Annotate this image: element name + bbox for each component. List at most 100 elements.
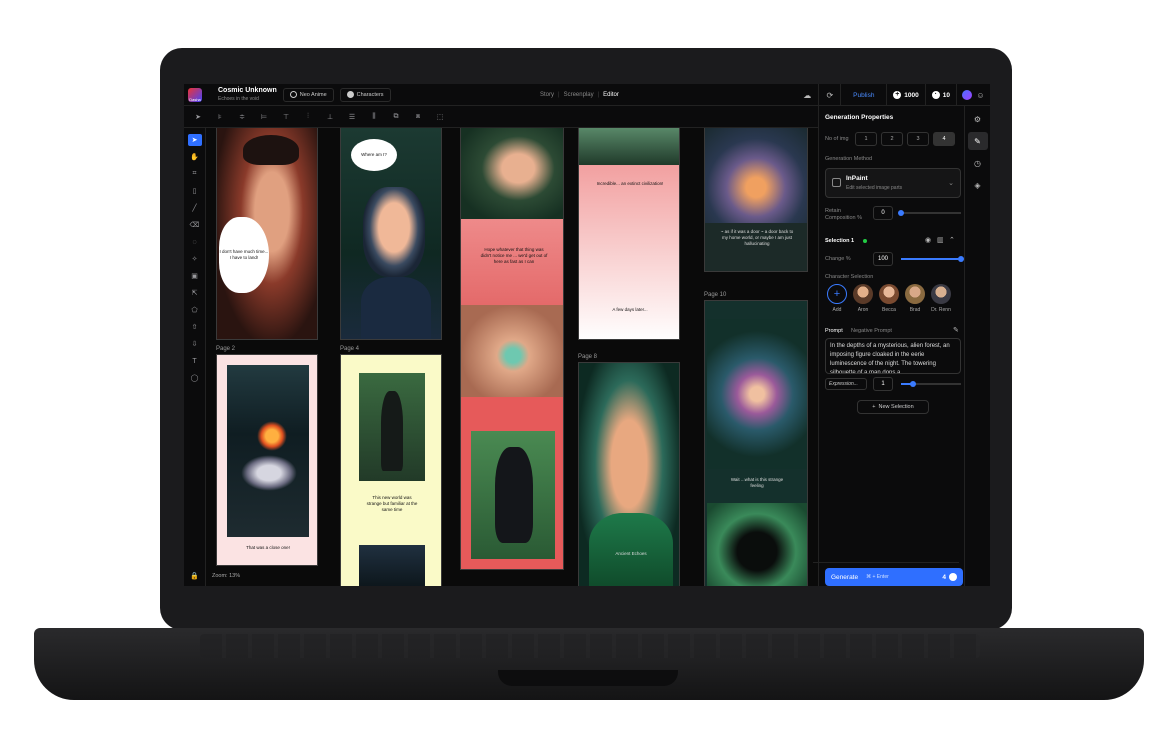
image-tool-icon[interactable]: ▣ [188, 270, 202, 282]
style-chip[interactable]: Neo Anime [282, 87, 334, 102]
character-name: Aron [857, 307, 869, 313]
retain-input[interactable]: 0 [873, 206, 893, 220]
page-1[interactable]: I don't have much time... I have to land… [216, 128, 318, 340]
history-icon[interactable]: ◷ [968, 154, 988, 172]
change-slider[interactable] [901, 256, 964, 262]
img-count-1[interactable]: 1 [855, 132, 877, 146]
pointer-icon[interactable]: ➤ [192, 113, 204, 121]
expression-slider[interactable] [901, 381, 961, 387]
trash-icon[interactable]: ▥ [937, 236, 944, 244]
eye-icon[interactable]: ◉ [925, 236, 931, 244]
img-count-2[interactable]: 2 [881, 132, 903, 146]
generate-button[interactable]: Generate ⌘ + Enter 4 [825, 568, 963, 586]
credits-b[interactable]: · 10 [924, 84, 956, 106]
speech-bubble[interactable]: Where am I? [351, 139, 397, 171]
caption-text: A few days later... [612, 307, 648, 312]
img-count-4[interactable]: 4 [933, 132, 955, 146]
retain-slider[interactable] [898, 210, 961, 216]
send-backward-icon[interactable]: ⧈ [412, 113, 424, 121]
character-aron[interactable]: Aron [853, 284, 873, 313]
page-8[interactable]: Ancient Echoes [578, 362, 680, 586]
credits-b-value: 10 [942, 91, 950, 99]
mode-editor[interactable]: Editor [603, 92, 619, 98]
prompt-tab[interactable]: Prompt [825, 328, 843, 334]
credits-a[interactable]: +1000 [886, 84, 924, 106]
characters-chip[interactable]: Characters [339, 87, 391, 102]
mode-screenplay[interactable]: Screenplay [564, 92, 594, 98]
method-select[interactable]: InPaint Edit selected image parts ⌄ [825, 168, 961, 198]
text-tool-icon[interactable]: T [188, 355, 202, 367]
prompt-input[interactable]: In the depths of a mysterious, alien for… [825, 338, 961, 374]
align-bottom-icon[interactable]: ⊥ [324, 113, 336, 121]
running-figure [495, 447, 533, 543]
avatar [853, 284, 873, 304]
selection-label[interactable]: Selection 1 [825, 238, 854, 244]
expression-input[interactable]: 1 [873, 377, 893, 391]
img-count-3[interactable]: 3 [907, 132, 929, 146]
upload-tool-icon[interactable]: ⇧ [188, 321, 202, 333]
negative-prompt-tab[interactable]: Negative Prompt [851, 328, 892, 334]
comic-canvas[interactable]: I don't have much time... I have to land… [206, 128, 818, 586]
lock-icon[interactable]: 🔒 [190, 572, 199, 580]
coin-icon [949, 573, 957, 581]
distribute-vertical-icon[interactable]: ☰ [346, 113, 358, 121]
select-tool-icon[interactable]: ➤ [187, 134, 202, 146]
frame-icon[interactable]: ⬚ [434, 113, 446, 121]
slider-fill [901, 258, 961, 260]
change-input[interactable]: 100 [873, 252, 893, 266]
project-subtitle: Echoes in the void [218, 95, 259, 102]
page-6[interactable]: Incredible... an extinct civilization! A… [578, 128, 680, 340]
magic-wand-icon[interactable]: ✎ [953, 326, 959, 334]
align-right-icon[interactable]: ⊨ [258, 113, 270, 121]
zoom-indicator[interactable]: Zoom: 13% [212, 573, 240, 579]
crop-tool-icon[interactable]: ⌗ [188, 168, 202, 180]
character-dr-renn[interactable]: Dr. Renn [931, 284, 951, 313]
refresh-icon[interactable]: ⟳ [818, 84, 840, 106]
speech-bubble-tool-icon[interactable]: ◯ [188, 372, 202, 384]
export-tool-icon[interactable]: ⇱ [188, 287, 202, 299]
distribute-horizontal-icon[interactable]: ⫼ [368, 113, 380, 121]
shape-tool-icon[interactable]: ⬠ [188, 304, 202, 316]
generate-panel-icon[interactable]: ✎ [967, 132, 988, 150]
add-character-button[interactable]: + Add [827, 284, 847, 313]
chevron-up-icon[interactable]: ⌃ [949, 236, 955, 244]
publish-button[interactable]: Publish [840, 84, 886, 106]
align-left-icon[interactable]: ⊧ [214, 113, 226, 121]
download-tool-icon[interactable]: ⇩ [188, 338, 202, 350]
canvas-toolbar: ➤ ⊧ ≑ ⊨ ⊤ ⫶ ⊥ ☰ ⫼ ⧉ ⧈ ⬚ [184, 106, 818, 128]
slider-knob[interactable] [910, 381, 916, 387]
page-4[interactable]: This new world was strange but familiar … [340, 354, 442, 586]
panel-art [227, 365, 309, 537]
lasso-tool-icon[interactable]: ◌ [188, 236, 202, 248]
page-10[interactable]: Wait ...what is this strange feeling [704, 300, 808, 586]
top-bar: Dasha Cosmic Unknown Echoes in the void … [184, 84, 990, 106]
settings-icon[interactable]: ⚙ [968, 110, 988, 128]
magic-tool-icon[interactable]: ✧ [188, 253, 202, 265]
page-9[interactable]: ~ as if it was a door ~ a door back to m… [704, 128, 808, 272]
no-of-img-label: No of img [825, 136, 849, 142]
brush-tool-icon[interactable]: ╱ [188, 202, 202, 214]
layers-icon[interactable]: ◈ [968, 176, 988, 194]
collaborators[interactable]: ☺ [956, 84, 990, 106]
slider-knob[interactable] [898, 210, 904, 216]
expression-select[interactable]: Expression... [825, 378, 867, 390]
align-center-icon[interactable]: ≑ [236, 113, 248, 121]
align-middle-icon[interactable]: ⫶ [302, 113, 314, 121]
page-tool-icon[interactable]: ▯ [188, 185, 202, 197]
cloud-icon[interactable]: ☁ [796, 84, 818, 106]
bring-forward-icon[interactable]: ⧉ [390, 113, 402, 121]
panel-art [579, 128, 679, 165]
eraser-tool-icon[interactable]: ⌫ [188, 219, 202, 231]
app-logo[interactable]: Dasha [188, 87, 202, 102]
page-3[interactable]: Where am I? [340, 128, 442, 340]
page-5[interactable]: Hope whatever that thing was didn't noti… [460, 128, 564, 570]
speech-bubble[interactable]: I don't have much time... I have to land… [219, 217, 269, 293]
page-2[interactable]: That was a close one! [216, 354, 318, 566]
new-selection-button[interactable]: + New Selection [857, 400, 929, 414]
mode-story[interactable]: Story [540, 92, 554, 98]
project-info[interactable]: Cosmic Unknown Echoes in the void [218, 87, 277, 103]
hand-tool-icon[interactable]: ✋ [188, 151, 202, 163]
align-top-icon[interactable]: ⊤ [280, 113, 292, 121]
character-brad[interactable]: Brad [905, 284, 925, 313]
character-becca[interactable]: Becca [879, 284, 899, 313]
